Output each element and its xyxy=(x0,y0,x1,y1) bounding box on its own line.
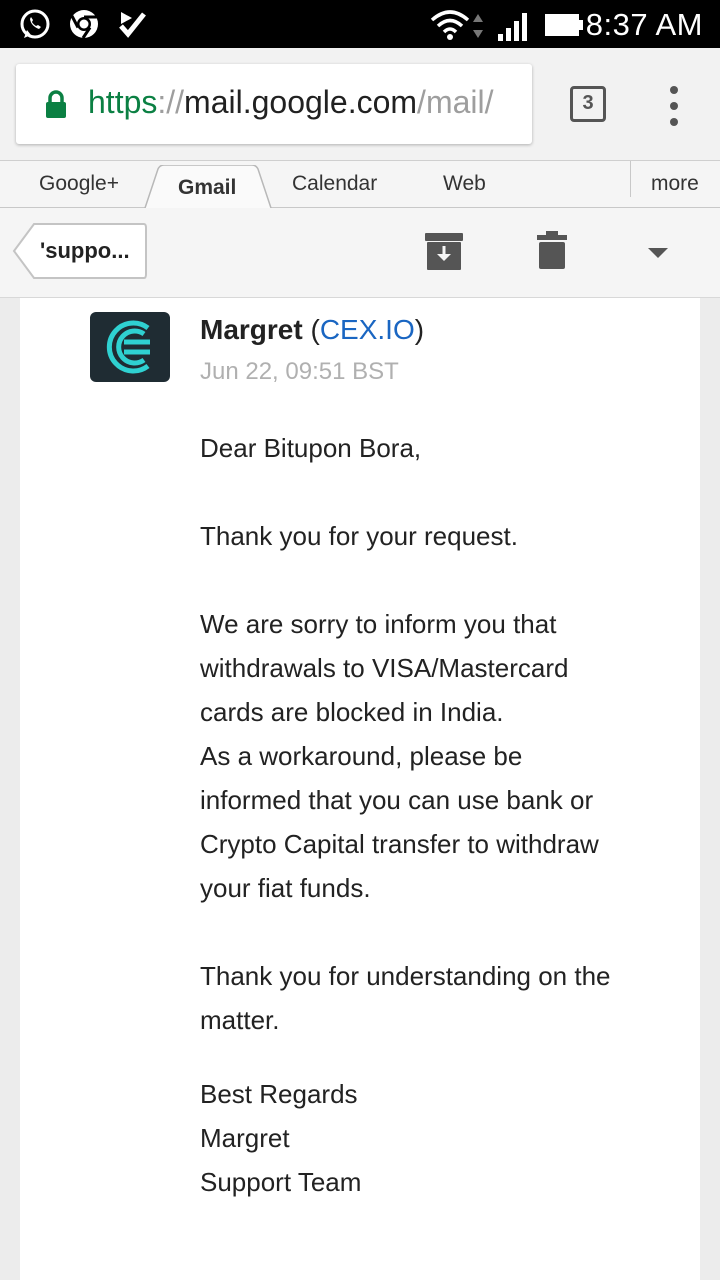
check-app-icon xyxy=(119,12,146,38)
body-line: We are sorry to inform you that xyxy=(200,609,557,639)
body-line: informed that you can use bank or xyxy=(200,785,594,815)
overflow-menu-icon[interactable] xyxy=(664,86,684,126)
message-date: Jun 22, 09:51 BST xyxy=(200,358,399,385)
tab-more[interactable]: more xyxy=(651,172,699,196)
browser-toolbar: https://mail.google.com/mail/ 3 xyxy=(0,48,720,160)
whatsapp-icon xyxy=(20,9,50,39)
clock: 8:37 AM xyxy=(585,7,703,42)
tab-switcher-button[interactable]: 3 xyxy=(570,86,606,122)
address-bar[interactable]: https://mail.google.com/mail/ xyxy=(16,64,532,144)
sender-paren-open: ( xyxy=(302,314,320,345)
url-separator: :// xyxy=(157,84,185,120)
tab-google-plus[interactable]: Google+ xyxy=(39,172,119,196)
body-line: withdrawals to VISA/Mastercard xyxy=(200,653,569,683)
body-line: your fiat funds. xyxy=(200,873,371,903)
signoff-line: Best Regards xyxy=(200,1079,358,1109)
more-actions-dropdown-icon[interactable] xyxy=(648,248,668,258)
sender-org-link[interactable]: CEX.IO xyxy=(320,314,415,345)
status-bar: 8:37 AM xyxy=(0,0,720,48)
tab-gmail[interactable]: Gmail xyxy=(178,176,236,200)
divider xyxy=(630,161,631,197)
trash-icon[interactable] xyxy=(536,230,568,270)
data-arrows-icon xyxy=(473,14,483,38)
chrome-icon xyxy=(70,10,98,39)
body-line: As a workaround, please be xyxy=(200,741,523,771)
body-paragraph: Thank you for your request. xyxy=(200,521,518,551)
tab-calendar[interactable]: Calendar xyxy=(292,172,377,196)
battery-icon xyxy=(545,14,583,36)
body-line: matter. xyxy=(200,1005,280,1035)
signal-icon xyxy=(498,13,527,41)
url-scheme: https xyxy=(88,84,158,120)
lock-icon xyxy=(46,90,66,118)
body-line: Thank you for understanding on the xyxy=(200,961,611,991)
google-bar: Google+ Gmail Calendar Web more xyxy=(0,160,720,211)
greeting: Dear Bitupon Bora, xyxy=(200,433,422,463)
archive-icon[interactable] xyxy=(424,232,464,272)
message-body: Dear Bitupon Bora, Thank you for your re… xyxy=(200,426,680,1204)
back-button-label[interactable]: 'suppo... xyxy=(40,238,130,264)
cexio-logo-icon xyxy=(106,320,150,374)
sender-name: Margret xyxy=(200,314,303,345)
body-line: cards are blocked in India. xyxy=(200,697,504,727)
sender-line: Margret (CEX.IO) xyxy=(200,314,424,346)
signoff-line: Support Team xyxy=(200,1167,362,1197)
avatar xyxy=(90,312,170,382)
url-text[interactable]: https://mail.google.com/mail/ xyxy=(88,84,520,121)
signoff-line: Margret xyxy=(200,1123,290,1153)
body-line: Crypto Capital transfer to withdraw xyxy=(200,829,599,859)
tab-web[interactable]: Web xyxy=(443,172,486,196)
url-path: /mail/ xyxy=(417,84,494,120)
sender-paren-close: ) xyxy=(414,314,425,345)
message-card: Margret (CEX.IO) Jun 22, 09:51 BST Dear … xyxy=(20,298,700,1280)
message-action-bar: 'suppo... xyxy=(0,208,720,298)
url-host: mail.google.com xyxy=(184,84,418,120)
wifi-icon xyxy=(430,10,470,40)
